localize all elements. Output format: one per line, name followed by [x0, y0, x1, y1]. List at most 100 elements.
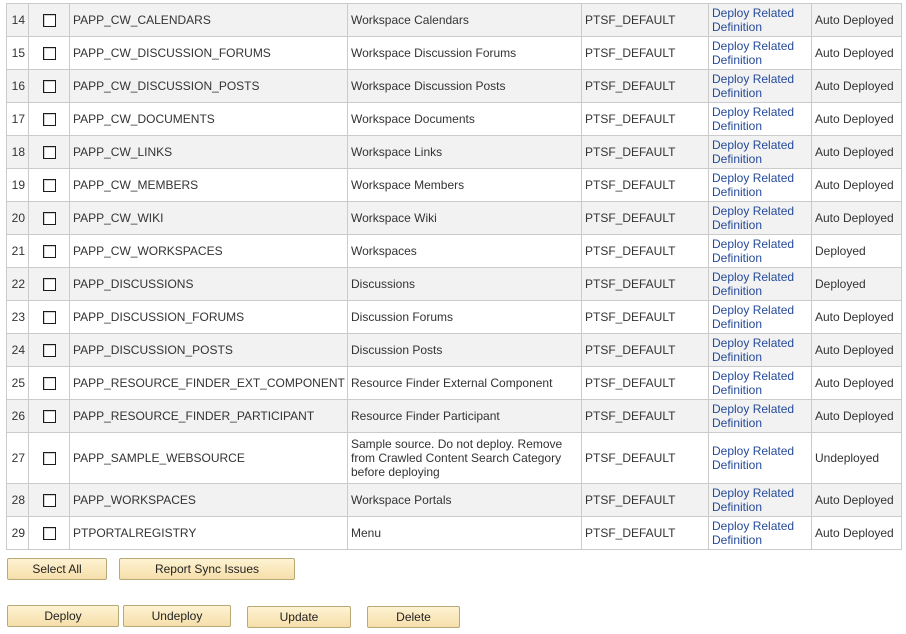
definition-description: Workspace Documents — [347, 102, 582, 136]
table-row: 25 PAPP_RESOURCE_FINDER_EXT_COMPONENT Re… — [6, 366, 902, 400]
deploy-related-definition-link[interactable]: Deploy Related Definition — [712, 204, 808, 232]
deploy-status: Auto Deployed — [811, 168, 902, 202]
deploy-related-definition-link[interactable]: Deploy Related Definition — [712, 270, 808, 298]
definition-description: Workspace Wiki — [347, 201, 582, 235]
row-number: 14 — [6, 3, 29, 37]
node-name: PTSF_DEFAULT — [581, 366, 709, 400]
table-row: 17 PAPP_CW_DOCUMENTS Workspace Documents… — [6, 102, 902, 136]
deploy-related-definition-link[interactable]: Deploy Related Definition — [712, 444, 808, 472]
row-select-checkbox[interactable] — [42, 311, 56, 325]
deploy-status: Auto Deployed — [811, 300, 902, 334]
table-row: 18 PAPP_CW_LINKS Workspace Links PTSF_DE… — [6, 135, 902, 169]
deploy-related-definition-link[interactable]: Deploy Related Definition — [712, 369, 808, 397]
deploy-status: Auto Deployed — [811, 333, 902, 367]
row-select-checkbox[interactable] — [42, 410, 56, 424]
update-button[interactable]: Update — [247, 606, 351, 628]
row-select-checkbox[interactable] — [42, 278, 56, 292]
row-number: 28 — [6, 483, 29, 517]
row-number: 19 — [6, 168, 29, 202]
table-row: 21 PAPP_CW_WORKSPACES Workspaces PTSF_DE… — [6, 234, 902, 268]
definition-name: PAPP_WORKSPACES — [69, 483, 348, 517]
definition-name: PTPORTALREGISTRY — [69, 516, 348, 550]
deploy-related-definition-link[interactable]: Deploy Related Definition — [712, 6, 808, 34]
table-row: 29 PTPORTALREGISTRY Menu PTSF_DEFAULT De… — [6, 516, 902, 550]
row-select-checkbox[interactable] — [42, 452, 56, 466]
deploy-status: Deployed — [811, 234, 902, 268]
row-number: 22 — [6, 267, 29, 301]
definitions-table: 14 PAPP_CW_CALENDARS Workspace Calendars… — [6, 3, 902, 550]
row-select-checkbox[interactable] — [42, 47, 56, 61]
node-name: PTSF_DEFAULT — [581, 102, 709, 136]
definition-description: Resource Finder Participant — [347, 399, 582, 433]
row-select-checkbox[interactable] — [42, 494, 56, 508]
node-name: PTSF_DEFAULT — [581, 234, 709, 268]
deploy-related-definition-link[interactable]: Deploy Related Definition — [712, 237, 808, 265]
deploy-related-definition-link[interactable]: Deploy Related Definition — [712, 402, 808, 430]
row-number: 24 — [6, 333, 29, 367]
row-select-checkbox[interactable] — [42, 344, 56, 358]
table-row: 23 PAPP_DISCUSSION_FORUMS Discussion For… — [6, 300, 902, 334]
row-select-checkbox[interactable] — [42, 527, 56, 541]
deploy-related-definition-link[interactable]: Deploy Related Definition — [712, 138, 808, 166]
deploy-related-definition-link[interactable]: Deploy Related Definition — [712, 171, 808, 199]
definition-description: Discussions — [347, 267, 582, 301]
definition-description: Sample source. Do not deploy. Remove fro… — [347, 432, 582, 484]
row-select-checkbox[interactable] — [42, 245, 56, 259]
deploy-related-definition-link[interactable]: Deploy Related Definition — [712, 72, 808, 100]
definition-name: PAPP_CW_DOCUMENTS — [69, 102, 348, 136]
node-name: PTSF_DEFAULT — [581, 516, 709, 550]
row-select-checkbox[interactable] — [42, 179, 56, 193]
row-number: 27 — [6, 432, 29, 484]
delete-button[interactable]: Delete — [367, 606, 460, 628]
row-select-checkbox[interactable] — [42, 113, 56, 127]
row-number: 20 — [6, 201, 29, 235]
deploy-related-definition-link[interactable]: Deploy Related Definition — [712, 336, 808, 364]
deploy-related-definition-link[interactable]: Deploy Related Definition — [712, 105, 808, 133]
deploy-related-definition-link[interactable]: Deploy Related Definition — [712, 519, 808, 547]
row-select-checkbox[interactable] — [42, 377, 56, 391]
node-name: PTSF_DEFAULT — [581, 483, 709, 517]
deploy-button[interactable]: Deploy — [7, 605, 119, 627]
node-name: PTSF_DEFAULT — [581, 168, 709, 202]
row-number: 29 — [6, 516, 29, 550]
select-all-button[interactable]: Select All — [7, 558, 107, 580]
definition-description: Workspace Portals — [347, 483, 582, 517]
definition-name: PAPP_DISCUSSION_FORUMS — [69, 300, 348, 334]
deploy-related-definition-link[interactable]: Deploy Related Definition — [712, 486, 808, 514]
undeploy-button[interactable]: Undeploy — [123, 605, 231, 627]
definition-name: PAPP_CW_WORKSPACES — [69, 234, 348, 268]
table-row: 24 PAPP_DISCUSSION_POSTS Discussion Post… — [6, 333, 902, 367]
row-select-checkbox[interactable] — [42, 212, 56, 226]
definition-name: PAPP_CW_CALENDARS — [69, 3, 348, 37]
table-row: 14 PAPP_CW_CALENDARS Workspace Calendars… — [6, 3, 902, 37]
row-number: 26 — [6, 399, 29, 433]
definition-description: Workspace Discussion Forums — [347, 36, 582, 70]
definition-description: Discussion Forums — [347, 300, 582, 334]
row-number: 25 — [6, 366, 29, 400]
definition-description: Workspace Discussion Posts — [347, 69, 582, 103]
deploy-related-definition-link[interactable]: Deploy Related Definition — [712, 303, 808, 331]
row-select-checkbox[interactable] — [42, 146, 56, 160]
node-name: PTSF_DEFAULT — [581, 135, 709, 169]
node-name: PTSF_DEFAULT — [581, 399, 709, 433]
definition-name: PAPP_CW_WIKI — [69, 201, 348, 235]
definition-name: PAPP_RESOURCE_FINDER_PARTICIPANT — [69, 399, 348, 433]
definition-name: PAPP_CW_DISCUSSION_FORUMS — [69, 36, 348, 70]
row-select-checkbox[interactable] — [42, 14, 56, 28]
table-row: 19 PAPP_CW_MEMBERS Workspace Members PTS… — [6, 168, 902, 202]
definition-description: Menu — [347, 516, 582, 550]
definition-description: Workspace Links — [347, 135, 582, 169]
row-select-checkbox[interactable] — [42, 80, 56, 94]
deploy-related-definition-link[interactable]: Deploy Related Definition — [712, 39, 808, 67]
table-row: 28 PAPP_WORKSPACES Workspace Portals PTS… — [6, 483, 902, 517]
deploy-status: Auto Deployed — [811, 516, 902, 550]
definition-name: PAPP_CW_MEMBERS — [69, 168, 348, 202]
report-sync-issues-button[interactable]: Report Sync Issues — [119, 558, 295, 580]
definition-name: PAPP_DISCUSSION_POSTS — [69, 333, 348, 367]
node-name: PTSF_DEFAULT — [581, 69, 709, 103]
deploy-status: Auto Deployed — [811, 36, 902, 70]
table-row: 20 PAPP_CW_WIKI Workspace Wiki PTSF_DEFA… — [6, 201, 902, 235]
row-number: 23 — [6, 300, 29, 334]
definition-name: PAPP_CW_LINKS — [69, 135, 348, 169]
definition-name: PAPP_RESOURCE_FINDER_EXT_COMPONENT — [69, 366, 348, 400]
